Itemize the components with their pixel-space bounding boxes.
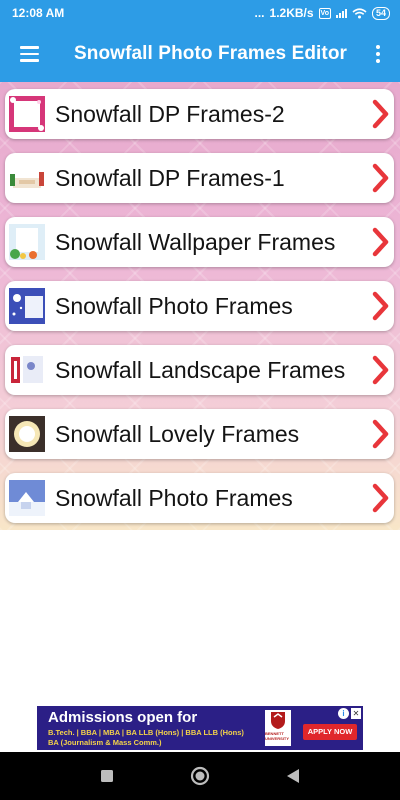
dp-frames-2-thumbnail bbox=[9, 96, 45, 132]
ad-banner[interactable]: Admissions open for B.Tech. | BBA | MBA … bbox=[37, 706, 363, 750]
dp-frames-1-thumbnail bbox=[9, 160, 45, 196]
hamburger-menu-icon[interactable] bbox=[0, 26, 58, 82]
ad-close-icon[interactable]: ✕ bbox=[351, 708, 361, 719]
list-item-photo-frames-2[interactable]: Snowfall Photo Frames bbox=[5, 473, 394, 523]
chevron-right-icon bbox=[372, 227, 389, 257]
chevron-right-icon bbox=[372, 355, 389, 385]
photo-frames-2-thumbnail bbox=[9, 480, 45, 516]
battery-icon: 54 bbox=[371, 6, 390, 20]
volte-badge: Vo bbox=[318, 7, 331, 19]
list-item-label: Snowfall DP Frames-1 bbox=[55, 164, 285, 191]
list-item-dp-frames-1[interactable]: Snowfall DP Frames-1 bbox=[5, 153, 394, 203]
chevron-right-icon bbox=[372, 163, 389, 193]
list-item-label: Snowfall DP Frames-2 bbox=[55, 100, 285, 127]
ad-courses-line: B.Tech. | BBA | MBA | BA LLB (Hons) | BB… bbox=[48, 728, 244, 737]
list-item-lovely-frames[interactable]: Snowfall Lovely Frames bbox=[5, 409, 394, 459]
chevron-right-icon bbox=[372, 483, 389, 513]
chevron-right-icon bbox=[372, 99, 389, 129]
more-vert-icon[interactable] bbox=[356, 26, 400, 82]
lovely-frames-thumbnail bbox=[9, 416, 45, 452]
list-item-label: Snowfall Photo Frames bbox=[55, 292, 293, 319]
empty-content-area bbox=[0, 530, 400, 702]
ad-courses-line-2: BA (Journalism & Mass Comm.) bbox=[48, 738, 162, 747]
frames-list: Snowfall DP Frames-2 Snowfall DP Frames-… bbox=[0, 82, 400, 530]
ad-logo-text: BENNETT UNIVERSITY bbox=[265, 731, 290, 741]
app-title: Snowfall Photo Frames Editor bbox=[74, 43, 348, 64]
wifi-icon bbox=[352, 7, 367, 18]
circle-home-icon[interactable] bbox=[180, 756, 220, 796]
list-item-wallpaper-frames[interactable]: Snowfall Wallpaper Frames bbox=[5, 217, 394, 267]
app-bar: Snowfall Photo Frames Editor bbox=[0, 26, 400, 82]
status-dots: ... bbox=[254, 6, 265, 20]
list-item-landscape-frames[interactable]: Snowfall Landscape Frames bbox=[5, 345, 394, 395]
list-item-label: Snowfall Photo Frames bbox=[55, 484, 293, 511]
status-time: 12:08 AM bbox=[12, 6, 65, 20]
chevron-right-icon bbox=[372, 419, 389, 449]
wallpaper-frames-thumbnail bbox=[9, 224, 45, 260]
status-bar: 12:08 AM ... 1.2KB/s Vo 54 bbox=[0, 0, 400, 26]
ad-info-icon[interactable]: i bbox=[338, 708, 349, 719]
list-item-label: Snowfall Wallpaper Frames bbox=[55, 228, 336, 255]
university-logo: BENNETT UNIVERSITY bbox=[265, 710, 291, 746]
system-nav-bar bbox=[0, 752, 400, 800]
landscape-frames-thumbnail bbox=[9, 352, 45, 388]
list-item-label: Snowfall Lovely Frames bbox=[55, 420, 300, 447]
shield-icon bbox=[271, 712, 285, 729]
photo-frames-thumbnail bbox=[9, 288, 45, 324]
list-item-dp-frames-2[interactable]: Snowfall DP Frames-2 bbox=[5, 89, 394, 139]
status-icons: ... 1.2KB/s Vo 54 bbox=[254, 6, 390, 20]
chevron-right-icon bbox=[372, 291, 389, 321]
list-item-photo-frames[interactable]: Snowfall Photo Frames bbox=[5, 281, 394, 331]
signal-icon bbox=[335, 8, 347, 18]
ad-title: Admissions open for bbox=[48, 709, 198, 726]
square-recents-icon[interactable] bbox=[87, 756, 127, 796]
net-speed: 1.2KB/s bbox=[269, 6, 314, 20]
list-item-label: Snowfall Landscape Frames bbox=[55, 356, 346, 383]
apply-now-button[interactable]: APPLY NOW bbox=[303, 724, 357, 740]
triangle-back-icon[interactable] bbox=[273, 756, 313, 796]
battery-level: 54 bbox=[375, 8, 386, 18]
